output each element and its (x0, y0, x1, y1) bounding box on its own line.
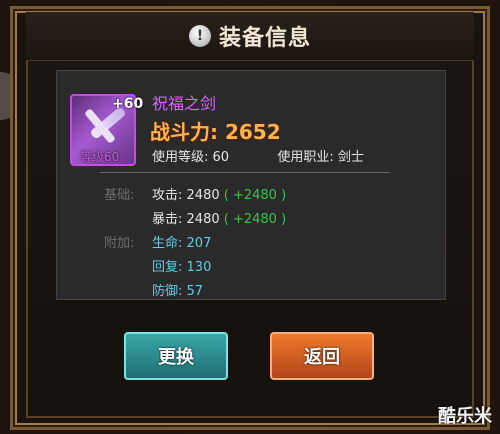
stat-value: 2480 (186, 212, 220, 227)
stat-key: 生命: (152, 236, 183, 251)
stat-key: 防御: (152, 284, 183, 299)
stat-row-crit: 暴击: 2480 ( +2480 ) (152, 208, 286, 227)
stat-row-attack: 攻击: 2480 ( +2480 ) (152, 184, 286, 203)
base-stats-label: 基础: (104, 188, 135, 203)
stat-value: 130 (186, 260, 212, 275)
enhance-level: +60 (112, 96, 144, 112)
extra-stats-label: 附加: (104, 236, 135, 251)
dialog-title: 装备信息 (218, 26, 311, 51)
stat-key: 攻击: (152, 188, 183, 203)
watermark: 酷乐米 (438, 406, 492, 427)
change-button[interactable]: 更换 (124, 332, 228, 380)
stat-row-hp: 生命: 207 (152, 232, 211, 251)
stat-row-defense: 防御: 57 (152, 280, 203, 299)
stat-bonus: ( +2480 ) (223, 212, 287, 227)
use-level-value: 60 (212, 150, 230, 165)
stat-row-regen: 回复: 130 (152, 256, 211, 275)
use-class-label: 使用职业: (277, 150, 334, 165)
divider (100, 172, 390, 173)
item-name: 祝福之剑 (152, 94, 217, 113)
combat-power: 战斗力: 2652 (150, 120, 281, 144)
stat-value: 2480 (186, 188, 220, 203)
stat-key: 回复: (152, 260, 183, 275)
stat-value: 57 (186, 284, 204, 299)
dialog-title-bar: ! 装备信息 (26, 12, 474, 61)
exclamation-icon: ! (188, 25, 211, 47)
requirements-row: 使用等级: 60 使用职业: 剑士 (152, 146, 364, 165)
stat-value: 207 (186, 236, 212, 251)
back-button[interactable]: 返回 (270, 332, 374, 380)
use-level-label: 使用等级: (152, 150, 209, 165)
stat-bonus: ( +2480 ) (223, 188, 287, 203)
item-level-tag: 等级60 (80, 150, 120, 164)
use-class-value: 剑士 (337, 150, 364, 165)
stat-key: 暴击: (152, 212, 183, 227)
